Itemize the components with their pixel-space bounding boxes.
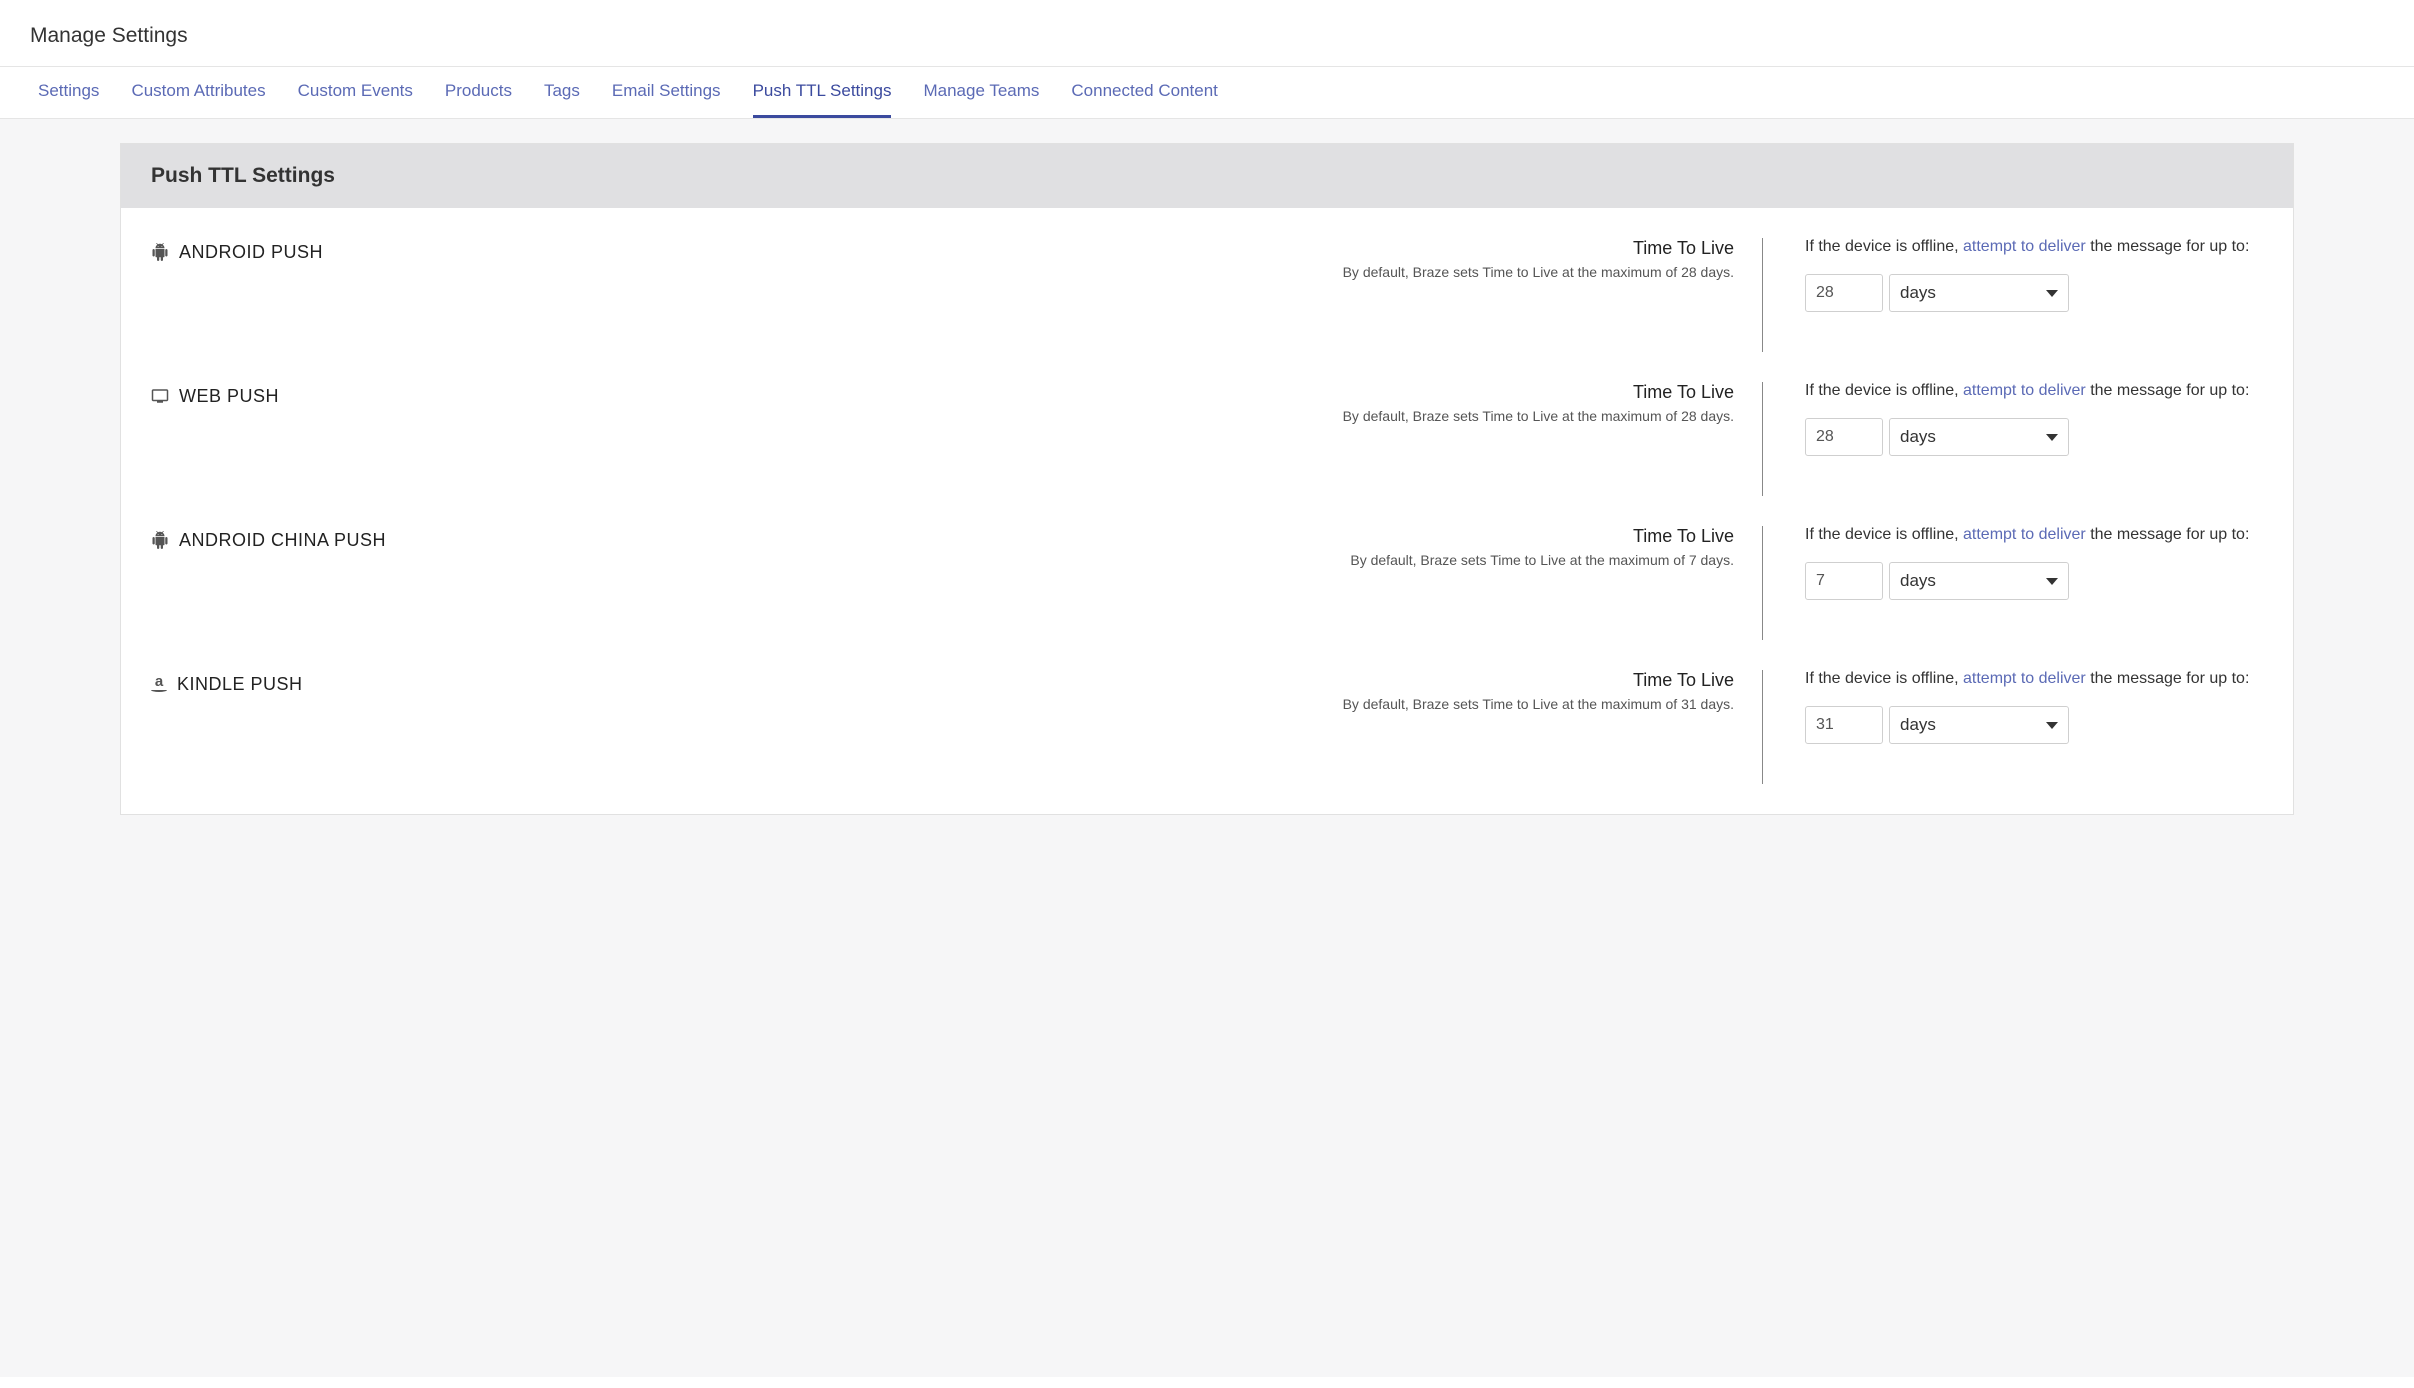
deliver-text: If the device is offline, attempt to del… <box>1805 238 2263 256</box>
push-left: WEB PUSH <box>151 382 451 496</box>
deliver-text: If the device is offline, attempt to del… <box>1805 670 2263 688</box>
push-mid: Time To Live By default, Braze sets Time … <box>471 238 1763 352</box>
deliver-text: If the device is offline, attempt to del… <box>1805 382 2263 400</box>
monitor-icon <box>151 387 169 405</box>
ttl-description: By default, Braze sets Time to Live at t… <box>471 407 1734 427</box>
ttl-title: Time To Live <box>471 526 1734 547</box>
push-name: ANDROID PUSH <box>179 242 323 263</box>
ttl-title: Time To Live <box>471 382 1734 403</box>
android-icon <box>151 243 169 261</box>
push-mid: Time To Live By default, Braze sets Time … <box>471 526 1763 640</box>
unit-label: days <box>1900 427 1936 447</box>
unit-label: days <box>1900 571 1936 591</box>
push-left: ANDROID CHINA PUSH <box>151 526 451 640</box>
tab-products[interactable]: Products <box>445 67 512 118</box>
android-icon <box>151 531 169 549</box>
push-row: WEB PUSH Time To Live By default, Braze se… <box>151 352 2263 496</box>
ttl-value-input[interactable] <box>1805 274 1883 312</box>
unit-label: days <box>1900 715 1936 735</box>
content-area: Push TTL Settings ANDROID PUSH Time To Li… <box>0 119 2414 1377</box>
ttl-value-input[interactable] <box>1805 706 1883 744</box>
caret-down-icon <box>2046 578 2058 585</box>
ttl-value-input[interactable] <box>1805 562 1883 600</box>
push-name: WEB PUSH <box>179 386 279 407</box>
caret-down-icon <box>2046 434 2058 441</box>
page-title: Manage Settings <box>0 0 2414 66</box>
ttl-unit-select[interactable]: days <box>1889 274 2069 312</box>
caret-down-icon <box>2046 290 2058 297</box>
ttl-title: Time To Live <box>471 238 1734 259</box>
tab-custom-events[interactable]: Custom Events <box>298 67 413 118</box>
attempt-deliver-link[interactable]: attempt to deliver <box>1963 670 2086 687</box>
deliver-text: If the device is offline, attempt to del… <box>1805 526 2263 544</box>
attempt-deliver-link[interactable]: attempt to deliver <box>1963 382 2086 399</box>
tabs-bar: Settings Custom Attributes Custom Events Pr… <box>0 66 2414 119</box>
tab-connected-content[interactable]: Connected Content <box>1071 67 1218 118</box>
attempt-deliver-link[interactable]: attempt to deliver <box>1963 526 2086 543</box>
panel-header: Push TTL Settings <box>121 144 2293 208</box>
push-right: If the device is offline, attempt to del… <box>1783 382 2263 496</box>
tab-custom-attributes[interactable]: Custom Attributes <box>131 67 265 118</box>
ttl-value-input[interactable] <box>1805 418 1883 456</box>
push-name: KINDLE PUSH <box>177 674 303 695</box>
amazon-icon: a <box>151 674 167 692</box>
ttl-description: By default, Braze sets Time to Live at t… <box>471 551 1734 571</box>
push-name: ANDROID CHINA PUSH <box>179 530 386 551</box>
ttl-unit-select[interactable]: days <box>1889 418 2069 456</box>
push-left: ANDROID PUSH <box>151 238 451 352</box>
push-row: ANDROID CHINA PUSH Time To Live By default… <box>151 496 2263 640</box>
ttl-description: By default, Braze sets Time to Live at t… <box>471 263 1734 283</box>
push-right: If the device is offline, attempt to del… <box>1783 670 2263 784</box>
inputs-row: days <box>1805 562 2263 600</box>
attempt-deliver-link[interactable]: attempt to deliver <box>1963 238 2086 255</box>
inputs-row: days <box>1805 706 2263 744</box>
inputs-row: days <box>1805 274 2263 312</box>
ttl-title: Time To Live <box>471 670 1734 691</box>
push-mid: Time To Live By default, Braze sets Time … <box>471 670 1763 784</box>
ttl-description: By default, Braze sets Time to Live at t… <box>471 695 1734 715</box>
caret-down-icon <box>2046 722 2058 729</box>
ttl-unit-select[interactable]: days <box>1889 562 2069 600</box>
push-left: a KINDLE PUSH <box>151 670 451 784</box>
tab-email-settings[interactable]: Email Settings <box>612 67 721 118</box>
settings-panel: Push TTL Settings ANDROID PUSH Time To Li… <box>120 143 2294 815</box>
inputs-row: days <box>1805 418 2263 456</box>
push-mid: Time To Live By default, Braze sets Time … <box>471 382 1763 496</box>
push-row: ANDROID PUSH Time To Live By default, Braz… <box>151 208 2263 352</box>
unit-label: days <box>1900 283 1936 303</box>
tab-tags[interactable]: Tags <box>544 67 580 118</box>
tab-manage-teams[interactable]: Manage Teams <box>923 67 1039 118</box>
ttl-unit-select[interactable]: days <box>1889 706 2069 744</box>
push-row: a KINDLE PUSH Time To Live By default, Braz… <box>151 640 2263 784</box>
push-right: If the device is offline, attempt to del… <box>1783 238 2263 352</box>
tab-push-ttl-settings[interactable]: Push TTL Settings <box>753 67 892 118</box>
push-right: If the device is offline, attempt to del… <box>1783 526 2263 640</box>
tab-settings[interactable]: Settings <box>38 67 99 118</box>
